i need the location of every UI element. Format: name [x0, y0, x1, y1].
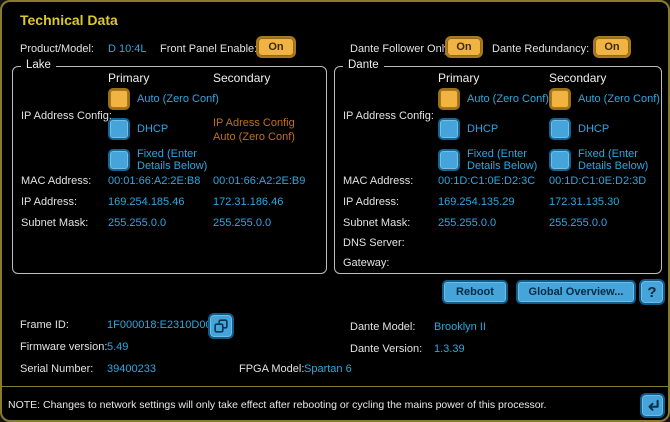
footer-note-bar: NOTE: Changes to network settings will o…: [2, 386, 668, 420]
lake-group: Lake Primary Secondary IP Address Config…: [12, 59, 327, 274]
dante-model-value: Brooklyn II: [434, 321, 486, 333]
dante-primary-auto-label: Auto (Zero Conf): [467, 93, 549, 105]
dante-primary-header: Primary: [438, 71, 480, 85]
dante-primary-dhcp-option: DHCP: [438, 118, 498, 140]
lake-group-title: Lake: [21, 59, 56, 71]
dante-secondary-fixed-option: Fixed (Enter Details Below): [549, 148, 648, 172]
lake-primary-header: Primary: [108, 71, 150, 85]
technical-data-dialog: Technical Data Product/Model: D 10:4L Fr…: [0, 0, 670, 422]
dante-secondary-auto-label: Auto (Zero Conf): [578, 93, 660, 105]
copy-frame-id-button[interactable]: [208, 313, 234, 339]
product-model-label: Product/Model:: [20, 43, 94, 55]
lake-ip-primary: 169.254.185.46: [108, 196, 185, 208]
lake-subnet-secondary: 255.255.0.0: [213, 217, 272, 229]
dante-secondary-fixed-label: Fixed (Enter Details Below): [578, 148, 649, 172]
dante-ip-secondary: 172.31.135.30: [549, 196, 620, 208]
dante-group: Dante Primary Secondary IP Address Confi…: [334, 59, 662, 274]
lake-secondary-note: IP Adress Config Auto (Zero Conf): [213, 117, 295, 143]
lake-primary-auto-label: Auto (Zero Conf): [137, 93, 219, 105]
help-button[interactable]: ?: [639, 279, 665, 305]
dante-primary-fixed-option: Fixed (Enter Details Below): [438, 148, 537, 172]
dante-follower-only-toggle[interactable]: On: [445, 36, 483, 58]
lake-ip-config-label: IP Address Config:: [21, 110, 112, 122]
dante-primary-auto-option: Auto (Zero Conf): [438, 88, 549, 110]
dante-secondary-auto-button[interactable]: [549, 88, 571, 110]
lake-primary-dhcp-label: DHCP: [137, 123, 169, 135]
dante-primary-auto-button[interactable]: [438, 88, 460, 110]
dante-mac-primary: 00:1D:C1:0E:D2:3C: [438, 175, 536, 187]
return-button[interactable]: [640, 393, 665, 418]
dante-group-title: Dante: [343, 59, 384, 71]
dante-gateway-label: Gateway:: [343, 257, 390, 269]
lake-mac-secondary: 00:01:66:A2:2E:B9: [213, 175, 306, 187]
lake-primary-auto-button[interactable]: [108, 88, 130, 110]
dante-subnet-secondary: 255.255.0.0: [549, 217, 608, 229]
frame-id-value: 1F000018:E2310D00: [107, 319, 212, 331]
footer-note-text: NOTE: Changes to network settings will o…: [8, 399, 547, 411]
lake-primary-fixed-option: Fixed (Enter Details Below): [108, 148, 207, 172]
lake-secondary-header: Secondary: [213, 71, 271, 85]
dante-ip-config-label: IP Address Config:: [343, 110, 434, 122]
copy-icon: [214, 319, 228, 333]
fpga-model-value: Spartan 6: [304, 363, 352, 375]
dante-model-label: Dante Model:: [350, 321, 416, 333]
lake-primary-dhcp-button[interactable]: [108, 118, 130, 140]
dante-primary-fixed-label: Fixed (Enter Details Below): [467, 148, 538, 172]
lake-subnet-primary: 255.255.0.0: [108, 217, 167, 229]
dante-version-label: Dante Version:: [350, 343, 423, 355]
page-title: Technical Data: [20, 12, 118, 28]
product-model-value: D 10:4L: [108, 43, 147, 55]
dante-redundancy-toggle[interactable]: On: [593, 36, 631, 58]
lake-primary-dhcp-option: DHCP: [108, 118, 168, 140]
frame-id-label: Frame ID:: [20, 319, 69, 331]
dante-dns-label: DNS Server:: [343, 237, 405, 249]
firmware-version-label: Firmware version:: [20, 341, 108, 353]
lake-primary-fixed-button[interactable]: [108, 149, 130, 171]
serial-number-label: Serial Number:: [20, 363, 94, 375]
dante-subnet-primary: 255.255.0.0: [438, 217, 497, 229]
dante-version-value: 1.3.39: [434, 343, 465, 355]
serial-number-value: 39400233: [107, 363, 156, 375]
lake-ip-secondary: 172.31.186.46: [213, 196, 284, 208]
dante-redundancy-label: Dante Redundancy:: [492, 43, 590, 55]
front-panel-enable-toggle[interactable]: On: [256, 36, 296, 58]
firmware-version-value: 5.49: [107, 341, 129, 353]
dante-subnet-label: Subnet Mask:: [343, 217, 411, 229]
dante-primary-fixed-button[interactable]: [438, 149, 460, 171]
global-overview-button[interactable]: Global Overview...: [516, 280, 636, 304]
lake-subnet-label: Subnet Mask:: [21, 217, 89, 229]
dante-primary-dhcp-label: DHCP: [467, 123, 499, 135]
lake-ip-label: IP Address:: [21, 196, 78, 208]
dante-secondary-dhcp-label: DHCP: [578, 123, 610, 135]
dante-mac-secondary: 00:1D:C1:0E:D2:3D: [549, 175, 647, 187]
front-panel-enable-label: Front Panel Enable:: [160, 43, 258, 55]
dante-ip-label: IP Address:: [343, 196, 400, 208]
dante-secondary-header: Secondary: [549, 71, 607, 85]
dante-follower-only-label: Dante Follower Only:: [350, 43, 453, 55]
dante-mac-label: MAC Address:: [343, 175, 414, 187]
dante-secondary-dhcp-option: DHCP: [549, 118, 609, 140]
dante-secondary-auto-option: Auto (Zero Conf): [549, 88, 660, 110]
reboot-button[interactable]: Reboot: [442, 280, 508, 304]
dante-ip-primary: 169.254.135.29: [438, 196, 515, 208]
dante-secondary-fixed-button[interactable]: [549, 149, 571, 171]
return-arrow-icon: [648, 399, 659, 411]
lake-primary-auto-option: Auto (Zero Conf): [108, 88, 219, 110]
fpga-model-label: FPGA Model:: [239, 363, 305, 375]
dante-secondary-dhcp-button[interactable]: [549, 118, 571, 140]
dante-primary-dhcp-button[interactable]: [438, 118, 460, 140]
lake-primary-fixed-label: Fixed (Enter Details Below): [137, 148, 208, 172]
question-mark-icon: ?: [647, 283, 657, 301]
lake-mac-primary: 00:01:66:A2:2E:B8: [108, 175, 201, 187]
lake-mac-label: MAC Address:: [21, 175, 92, 187]
